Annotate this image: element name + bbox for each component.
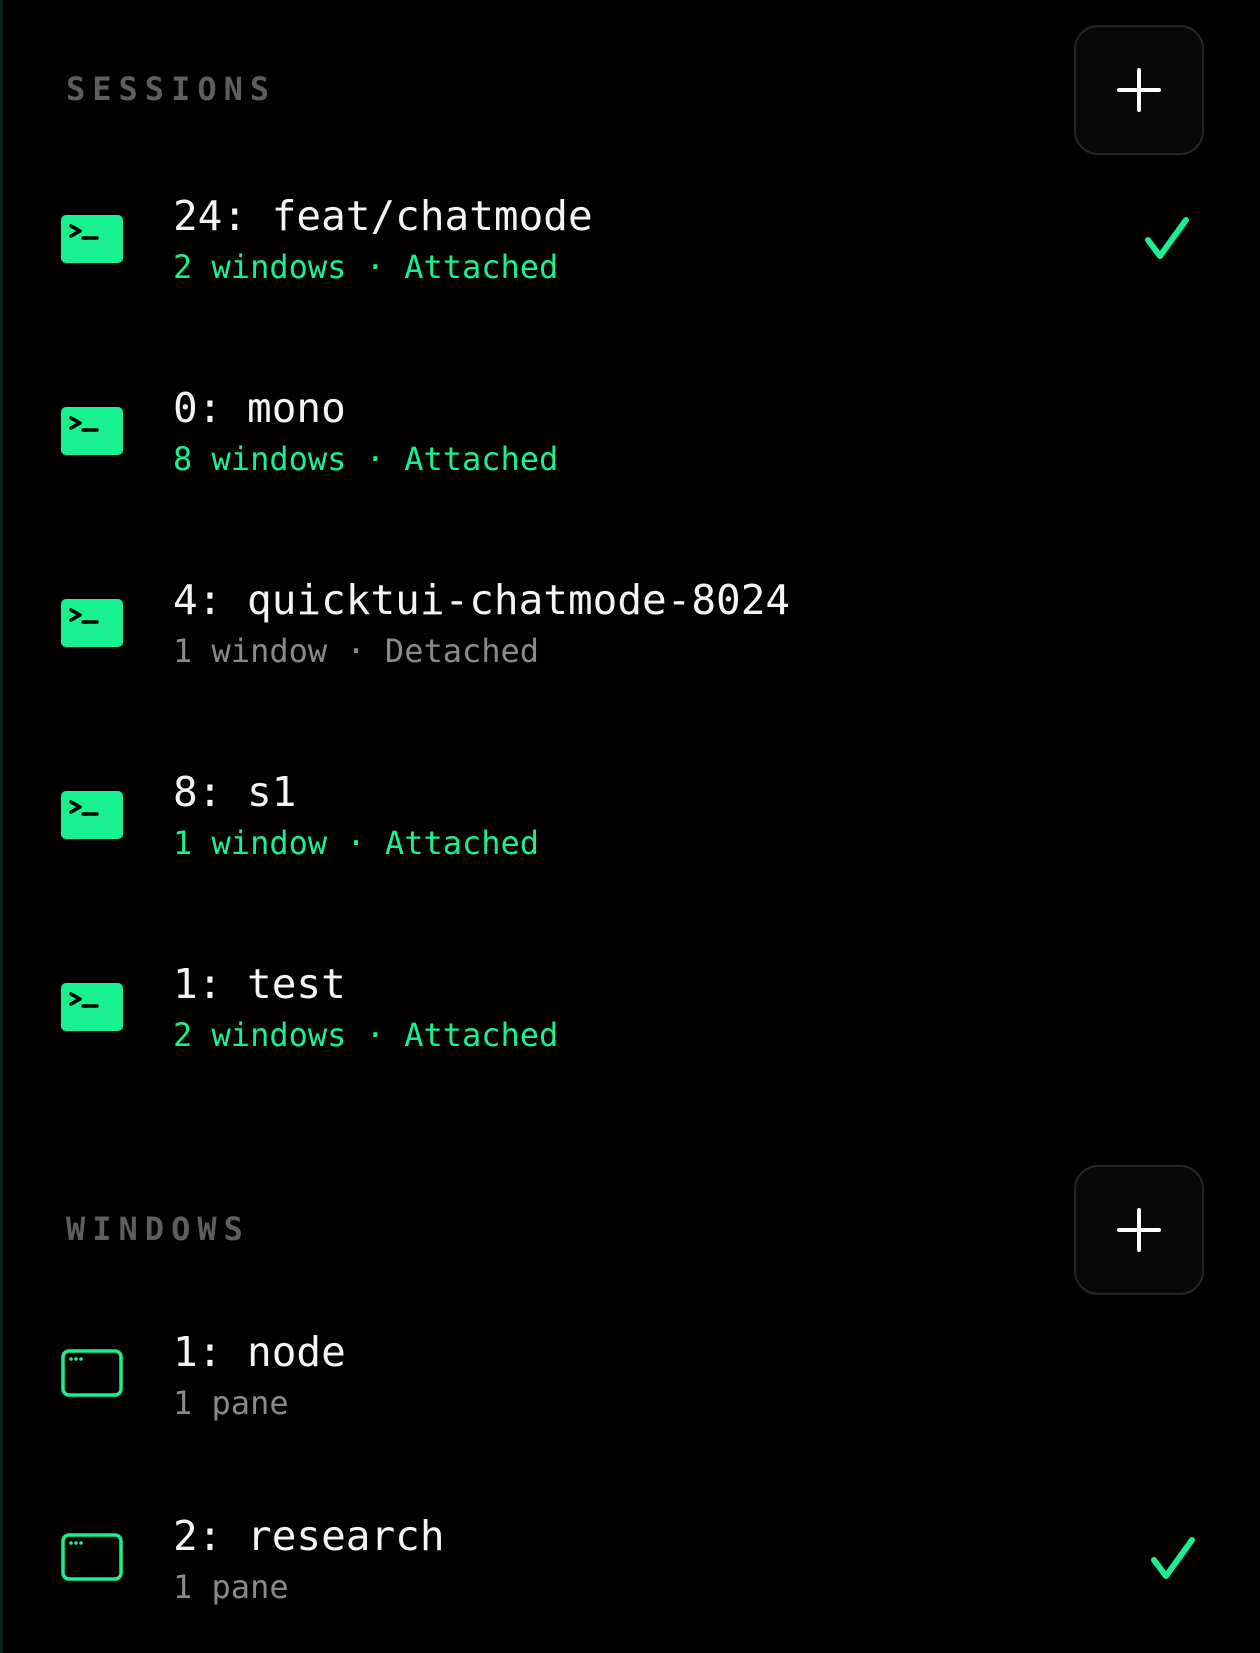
window-pane-count: 1 pane [173, 1568, 289, 1606]
session-row[interactable]: 0: mono 8 windows · Attached [0, 366, 1260, 496]
window-icon [61, 1349, 123, 1397]
plus-icon [1117, 68, 1161, 112]
session-row[interactable]: 24: feat/chatmode 2 windows · Attached [0, 174, 1260, 304]
window-row[interactable]: 2: research 1 pane [0, 1494, 1260, 1624]
session-row[interactable]: 4: quicktui-chatmode-8024 1 window · Det… [0, 558, 1260, 688]
window-pane-count: 1 pane [173, 1384, 289, 1422]
sessions-header: SESSIONS [66, 70, 277, 108]
session-row[interactable]: 8: s1 1 window · Attached [0, 750, 1260, 880]
session-title: 24: feat/chatmode [173, 192, 593, 240]
checkmark-icon [1144, 216, 1190, 262]
terminal-icon [61, 983, 123, 1031]
session-title: 0: mono [173, 384, 346, 432]
window-row[interactable]: 1: node 1 pane [0, 1310, 1260, 1440]
terminal-icon [61, 791, 123, 839]
session-status: 1 window · Attached [173, 824, 540, 862]
terminal-icon [61, 599, 123, 647]
add-window-button[interactable] [1074, 1165, 1204, 1295]
window-title: 2: research [173, 1512, 445, 1560]
session-status: 8 windows · Attached [173, 440, 559, 478]
session-status: 1 window · Detached [173, 632, 540, 670]
session-title: 1: test [173, 960, 346, 1008]
window-title: 1: node [173, 1328, 346, 1376]
window-icon [61, 1533, 123, 1581]
windows-header: WINDOWS [66, 1210, 250, 1248]
session-title: 8: s1 [173, 768, 297, 816]
session-title: 4: quicktui-chatmode-8024 [173, 576, 791, 624]
session-status: 2 windows · Attached [173, 248, 559, 286]
terminal-icon [61, 407, 123, 455]
session-status: 2 windows · Attached [173, 1016, 559, 1054]
plus-icon [1117, 1208, 1161, 1252]
terminal-icon [61, 215, 123, 263]
session-row[interactable]: 1: test 2 windows · Attached [0, 942, 1260, 1072]
checkmark-icon [1150, 1536, 1196, 1582]
add-session-button[interactable] [1074, 25, 1204, 155]
